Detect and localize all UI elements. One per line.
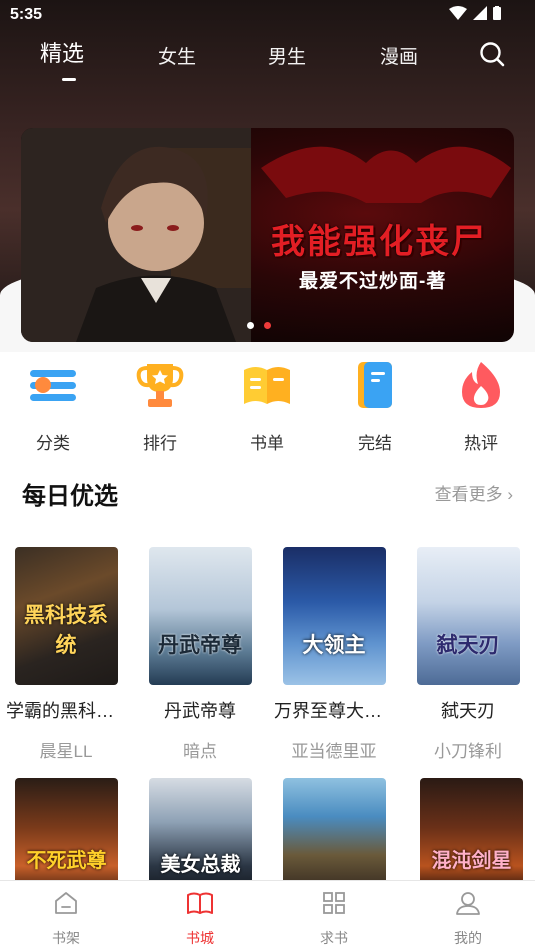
quick-label: 排行 [143,434,177,453]
cover-text: 不死武尊 [26,850,107,872]
book-author: 小刀锋利 [434,742,502,761]
quick-label: 书单 [250,434,284,453]
tab-male[interactable]: 男生 [268,42,306,69]
banner-title: 我能强化丧尸 [271,222,487,262]
book-author: 亚当德里亚 [291,742,377,761]
quick-ranking[interactable]: 排行 [120,358,200,454]
status-time: 5:35 [10,6,43,23]
nav-profile[interactable]: 我的 [428,889,508,948]
tab-label: 男生 [268,47,307,68]
book-cover: 大领主 [282,547,386,685]
book-cover[interactable]: 混沌剑星 [420,778,523,888]
tab-label: 漫画 [380,47,419,68]
nav-label: 求书 [320,930,348,946]
daily-picks-section: 每日优选 查看更多 › 黑科技系统 学霸的黑科技系统 晨星LL 丹武帝尊 丹武帝… [0,452,535,888]
nav-bookstore[interactable]: 书城 [160,889,240,948]
tab-comics[interactable]: 漫画 [380,42,418,69]
cover-text: 混沌剑星 [431,850,512,872]
search-icon[interactable] [478,40,506,68]
section-title: 每日优选 [22,483,118,510]
bookstore-icon [187,892,213,914]
status-icons [449,6,501,20]
bottom-nav: 书架 书城 求书 我的 [0,880,535,951]
nav-label: 我的 [454,930,482,946]
tab-indicator [62,78,76,81]
book-cover[interactable] [283,778,386,888]
book-author: 暗点 [183,742,217,761]
open-book-icon [244,367,290,404]
wifi-icon [449,6,467,20]
trophy-icon [136,364,184,407]
nav-bookshelf[interactable]: 书架 [26,889,106,948]
signal-icon [473,6,487,20]
nav-label: 书城 [186,930,214,946]
promo-banner[interactable]: 我能强化丧尸 最爱不过炒面-著 [21,128,514,342]
book-author: 晨星LL [39,742,93,761]
cover-text: 丹武帝尊 [158,634,242,657]
banner-pager [247,322,271,329]
cover-text: 大领主 [302,634,366,657]
book-cover: 丹武帝尊 [148,547,252,685]
finished-book-icon [358,362,392,408]
quick-hot-reviews[interactable]: 热评 [441,358,521,454]
quick-label: 分类 [36,434,70,453]
book-title: 学霸的黑科技系统 [6,701,126,721]
book-cover[interactable]: 不死武尊 [15,778,118,888]
profile-icon [456,892,480,915]
book-cover[interactable]: 美女总裁 [149,778,252,888]
cover-text: 弑天刃 [436,634,500,657]
book-cover: 黑科技系统 [14,547,118,685]
cover-text: 黑科技系统 [24,604,108,657]
bookshelf-icon [55,892,77,914]
top-tabs: 精选 女生 男生 漫画 [0,36,535,86]
book-title: 弑天刃 [441,701,495,721]
quick-finished[interactable]: 完结 [335,358,415,454]
quick-booklist[interactable]: 书单 [227,358,307,454]
tab-label: 女生 [158,47,197,68]
request-book-icon [323,892,345,914]
book-card[interactable]: 弑天刃 弑天刃 小刀锋利 [408,547,528,762]
tab-label: 精选 [40,41,85,66]
category-icon [30,370,76,401]
book-title: 万界至尊大领主 [274,701,394,721]
nav-request-book[interactable]: 求书 [294,889,374,948]
pager-dot-active[interactable] [264,322,271,329]
flame-icon [462,362,500,408]
tab-featured[interactable]: 精选 [40,36,84,68]
quick-label: 热评 [464,434,498,453]
nav-label: 书架 [52,930,80,946]
book-card[interactable]: 丹武帝尊 丹武帝尊 暗点 [140,547,260,762]
quick-label: 完结 [358,434,392,453]
pager-dot[interactable] [247,322,254,329]
cover-text: 美女总裁 [160,854,241,876]
quick-entry-row: 分类 排行 书单 完结 热评 [0,352,535,454]
status-bar: 5:35 [0,0,535,30]
book-card[interactable]: 黑科技系统 学霸的黑科技系统 晨星LL [6,547,126,762]
banner-author: 最爱不过炒面-著 [299,271,447,292]
quick-category[interactable]: 分类 [13,358,93,454]
tab-female[interactable]: 女生 [158,42,196,69]
see-more-link[interactable]: 查看更多 › [435,480,513,505]
book-cover: 弑天刃 [416,547,520,685]
book-title: 丹武帝尊 [164,701,236,721]
battery-icon [493,6,501,20]
book-card[interactable]: 大领主 万界至尊大领主 亚当德里亚 [274,547,394,762]
